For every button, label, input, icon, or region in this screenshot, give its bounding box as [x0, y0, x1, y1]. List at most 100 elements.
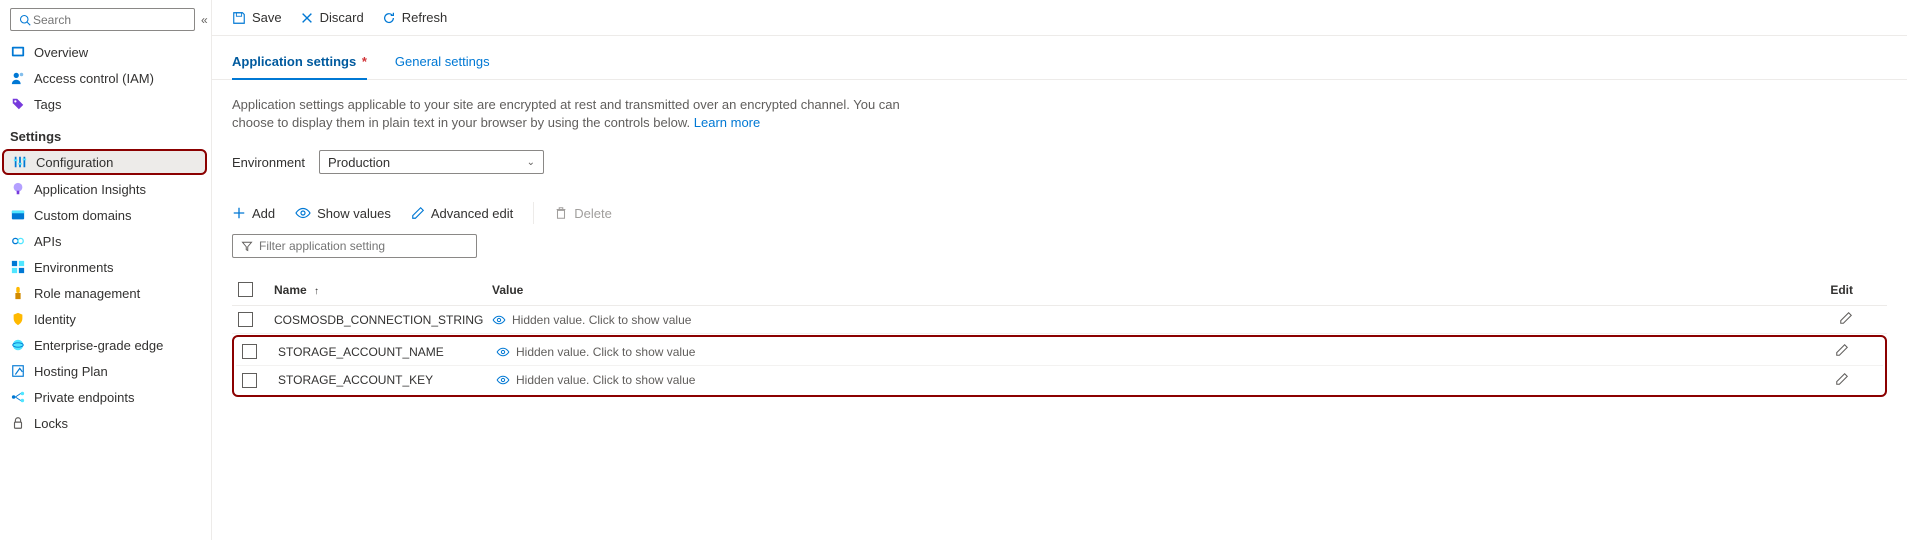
discard-label: Discard: [320, 10, 364, 25]
environment-row: Environment Production ⌄: [232, 150, 1887, 174]
table-header-row: Name ↑ Value Edit: [232, 274, 1887, 306]
table-row: COSMOSDB_CONNECTION_STRING Hidden value.…: [232, 306, 1887, 334]
hidden-value-text: Hidden value. Click to show value: [512, 313, 691, 327]
sidebar-item-identity[interactable]: Identity: [0, 306, 211, 332]
sidebar-item-enterprise-edge[interactable]: Enterprise-grade edge: [0, 332, 211, 358]
domains-icon: [10, 207, 26, 223]
filter-input[interactable]: [259, 239, 468, 253]
sidebar-item-label: Hosting Plan: [34, 364, 108, 379]
sidebar-item-hosting-plan[interactable]: Hosting Plan: [0, 358, 211, 384]
environment-label: Environment: [232, 155, 305, 170]
description: Application settings applicable to your …: [232, 96, 912, 132]
delete-button: Delete: [554, 206, 612, 221]
eye-icon: [496, 347, 510, 357]
tab-label: Application settings: [232, 54, 356, 69]
sidebar-item-environments[interactable]: Environments: [0, 254, 211, 280]
tab-application-settings[interactable]: Application settings *: [232, 48, 367, 79]
tab-label: General settings: [395, 54, 490, 69]
sidebar-item-label: Overview: [34, 45, 88, 60]
sidebar-item-locks[interactable]: Locks: [0, 410, 211, 436]
sidebar-item-access-control[interactable]: Access control (IAM): [0, 65, 211, 91]
row-name[interactable]: STORAGE_ACCOUNT_KEY: [272, 373, 496, 387]
sidebar-item-label: Enterprise-grade edge: [34, 338, 163, 353]
apis-icon: [10, 233, 26, 249]
environment-select[interactable]: Production ⌄: [319, 150, 544, 174]
sidebar-item-label: Private endpoints: [34, 390, 134, 405]
sidebar-item-label: Custom domains: [34, 208, 132, 223]
col-name[interactable]: Name ↑: [268, 283, 492, 297]
row-value[interactable]: Hidden value. Click to show value: [496, 373, 1392, 387]
advanced-edit-button[interactable]: Advanced edit: [411, 206, 513, 221]
identity-icon: [10, 311, 26, 327]
env-icon: [10, 259, 26, 275]
edit-icon[interactable]: [1839, 311, 1853, 325]
discard-button[interactable]: Discard: [300, 10, 364, 25]
edge-icon: [10, 337, 26, 353]
add-button[interactable]: Add: [232, 206, 275, 221]
hidden-value-text: Hidden value. Click to show value: [516, 345, 695, 359]
hidden-value-text: Hidden value. Click to show value: [516, 373, 695, 387]
sidebar-item-private-endpoints[interactable]: Private endpoints: [0, 384, 211, 410]
dirty-indicator: *: [362, 54, 367, 69]
select-all-checkbox[interactable]: [238, 282, 253, 297]
table-row: STORAGE_ACCOUNT_NAME Hidden value. Click…: [236, 338, 1883, 366]
row-value[interactable]: Hidden value. Click to show value: [496, 345, 1392, 359]
refresh-icon: [382, 11, 396, 25]
delete-label: Delete: [574, 206, 612, 221]
eye-icon: [496, 375, 510, 385]
row-checkbox[interactable]: [242, 344, 257, 359]
plus-icon: [232, 206, 246, 220]
save-button[interactable]: Save: [232, 10, 282, 25]
search-icon: [17, 12, 33, 28]
table-row: STORAGE_ACCOUNT_KEY Hidden value. Click …: [236, 366, 1883, 394]
sidebar-item-role-management[interactable]: Role management: [0, 280, 211, 306]
toolbar: Save Discard Refresh: [212, 0, 1907, 36]
row-name[interactable]: STORAGE_ACCOUNT_NAME: [272, 345, 496, 359]
sidebar-item-label: Tags: [34, 97, 61, 112]
sort-asc-icon: ↑: [314, 286, 319, 297]
row-value[interactable]: Hidden value. Click to show value: [492, 313, 1388, 327]
sidebar-item-label: Locks: [34, 416, 68, 431]
tags-icon: [10, 96, 26, 112]
command-divider: [533, 202, 534, 224]
refresh-button[interactable]: Refresh: [382, 10, 448, 25]
config-icon: [12, 154, 28, 170]
trash-icon: [554, 206, 568, 220]
sidebar-item-label: APIs: [34, 234, 61, 249]
settings-table: Name ↑ Value Edit COSMOSDB_CONNECTION_ST…: [232, 274, 1887, 397]
learn-more-link[interactable]: Learn more: [694, 115, 760, 130]
sidebar-item-custom-domains[interactable]: Custom domains: [0, 202, 211, 228]
sidebar-item-overview[interactable]: Overview: [0, 39, 211, 65]
row-name[interactable]: COSMOSDB_CONNECTION_STRING: [268, 313, 492, 327]
eye-icon: [295, 207, 311, 219]
sidebar: « Overview Access control (IAM) Tags Set…: [0, 0, 212, 540]
row-checkbox[interactable]: [242, 373, 257, 388]
sidebar-item-application-insights[interactable]: Application Insights: [0, 176, 211, 202]
row-checkbox[interactable]: [238, 312, 253, 327]
eye-icon: [492, 315, 506, 325]
sidebar-item-label: Configuration: [36, 155, 113, 170]
tabs: Application settings * General settings: [212, 36, 1907, 80]
command-bar: Add Show values Advanced edit Delete: [232, 202, 1887, 224]
sidebar-item-configuration[interactable]: Configuration: [2, 149, 207, 175]
collapse-sidebar-button[interactable]: «: [201, 13, 208, 27]
sidebar-section-settings: Settings: [0, 117, 211, 148]
discard-icon: [300, 11, 314, 25]
search-input[interactable]: [33, 13, 188, 27]
sidebar-item-apis[interactable]: APIs: [0, 228, 211, 254]
search-row: «: [0, 8, 211, 39]
chevron-down-icon: ⌄: [527, 157, 535, 168]
sidebar-item-label: Application Insights: [34, 182, 146, 197]
tab-general-settings[interactable]: General settings: [395, 48, 490, 79]
filter-box[interactable]: [232, 234, 477, 258]
refresh-label: Refresh: [402, 10, 448, 25]
sidebar-item-label: Environments: [34, 260, 113, 275]
col-value[interactable]: Value: [492, 283, 1388, 297]
show-values-label: Show values: [317, 206, 391, 221]
show-values-button[interactable]: Show values: [295, 206, 391, 221]
search-box[interactable]: [10, 8, 195, 31]
edit-icon[interactable]: [1835, 343, 1849, 357]
sidebar-item-tags[interactable]: Tags: [0, 91, 211, 117]
content-area: Application settings applicable to your …: [212, 80, 1907, 413]
edit-icon[interactable]: [1835, 372, 1849, 386]
